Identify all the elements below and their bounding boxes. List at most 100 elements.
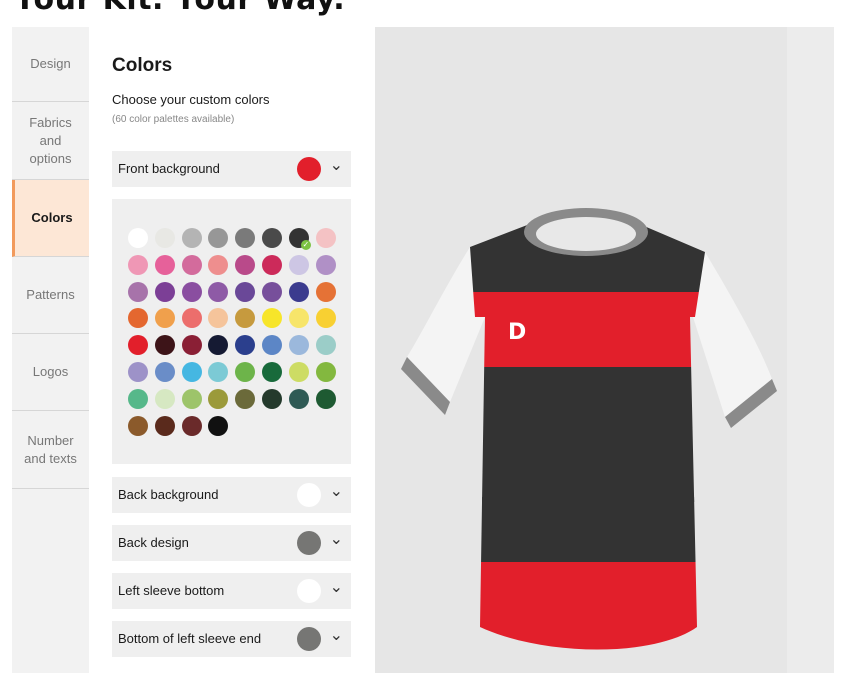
stripe-4 xyxy=(470,497,705,562)
palette-color-swatch[interactable] xyxy=(208,362,229,382)
step-tabs: Design Fabrics and options Colors Patterns L… xyxy=(12,27,89,673)
stripe-5 xyxy=(470,562,705,650)
tab-logos[interactable]: Logos xyxy=(12,334,89,411)
tab-colors[interactable]: Colors xyxy=(12,180,89,257)
palette-color-swatch[interactable] xyxy=(128,254,148,275)
color-row-label: Back design xyxy=(118,535,189,550)
palette-color-swatch[interactable] xyxy=(288,335,309,356)
selected-check-icon: ✓ xyxy=(300,240,311,250)
palette-color-swatch[interactable] xyxy=(154,388,175,409)
palette-color-swatch[interactable] xyxy=(262,335,282,356)
palette-color-swatch[interactable] xyxy=(154,362,175,382)
palette-color-swatch[interactable] xyxy=(288,281,309,302)
palette-color-swatch[interactable] xyxy=(128,281,148,302)
palette-color-swatch[interactable] xyxy=(235,308,256,329)
palette-color-swatch[interactable] xyxy=(154,228,175,248)
palette-color-swatch[interactable] xyxy=(208,228,229,248)
tab-patterns[interactable]: Patterns xyxy=(12,257,89,334)
palette-color-swatch[interactable] xyxy=(208,281,229,302)
palette-color-swatch[interactable] xyxy=(208,388,229,409)
palette-color-swatch[interactable] xyxy=(128,228,148,248)
palette-color-swatch[interactable] xyxy=(288,308,309,329)
palette-color-swatch[interactable] xyxy=(128,308,148,329)
collar-inner xyxy=(536,217,636,251)
palette-color-swatch[interactable] xyxy=(262,388,282,409)
palette-color-swatch[interactable] xyxy=(154,254,175,275)
palette-color-swatch[interactable] xyxy=(181,415,202,436)
tab-fabrics-and-options[interactable]: Fabrics and options xyxy=(12,102,89,180)
palette-color-swatch[interactable] xyxy=(181,335,202,356)
palette-color-swatch[interactable] xyxy=(235,228,256,248)
palette-color-swatch[interactable] xyxy=(262,254,282,275)
palette-color-swatch[interactable] xyxy=(235,335,256,356)
palette-color-swatch[interactable] xyxy=(128,388,148,409)
palette-color-swatch[interactable] xyxy=(128,335,148,356)
color-swatch[interactable] xyxy=(297,531,321,555)
palette-color-swatch[interactable] xyxy=(208,415,229,436)
palette-color-swatch[interactable] xyxy=(315,308,336,329)
color-swatch[interactable] xyxy=(297,579,321,603)
palette-color-swatch[interactable] xyxy=(288,254,309,275)
panel-title: Colors xyxy=(112,55,173,76)
colors-panel: Colors Choose your custom colors (60 col… xyxy=(89,27,375,673)
chevron-down-icon[interactable]: ⌄ xyxy=(330,529,343,549)
palette-color-swatch[interactable] xyxy=(262,362,282,382)
palette-color-swatch[interactable] xyxy=(154,281,175,302)
color-row-bottom-of-left-sleeve-end[interactable]: Bottom of left sleeve end ⌄ xyxy=(112,621,351,657)
palette-color-swatch[interactable] xyxy=(288,388,309,409)
color-row-label: Bottom of left sleeve end xyxy=(118,631,262,646)
palette-color-swatch[interactable] xyxy=(262,308,282,329)
preview-side-area xyxy=(787,27,834,673)
palette-color-swatch[interactable] xyxy=(154,335,175,356)
palette-color-swatch[interactable] xyxy=(208,335,229,356)
palette-color-swatch[interactable] xyxy=(181,308,202,329)
color-row-label: Left sleeve bottom xyxy=(118,583,225,598)
color-swatch[interactable] xyxy=(297,483,321,507)
palette-color-swatch[interactable] xyxy=(262,281,282,302)
chevron-down-icon[interactable]: ⌄ xyxy=(330,625,343,645)
palette-color-swatch[interactable] xyxy=(288,362,309,382)
palette-color-swatch[interactable] xyxy=(181,388,202,409)
palette-color-swatch[interactable] xyxy=(154,415,175,436)
palette-color-swatch[interactable] xyxy=(181,362,202,382)
palette-color-swatch[interactable] xyxy=(315,388,336,409)
color-swatch[interactable] xyxy=(297,627,321,651)
color-row-front-background[interactable]: Front background ⌄ xyxy=(112,151,351,187)
palette-color-swatch[interactable] xyxy=(315,335,336,356)
palette-color-swatch[interactable] xyxy=(154,308,175,329)
tab-number-and-texts[interactable]: Number and texts xyxy=(12,411,89,489)
palette-color-swatch[interactable] xyxy=(262,228,282,248)
palette-color-swatch[interactable] xyxy=(181,281,202,302)
palette-color-swatch[interactable] xyxy=(128,362,148,382)
palette-color-swatch[interactable] xyxy=(208,308,229,329)
palette-color-swatch[interactable] xyxy=(181,228,202,248)
palette-color-swatch[interactable] xyxy=(208,254,229,275)
palette-count-note: (60 color palettes available) xyxy=(112,114,235,125)
palette-color-swatch[interactable] xyxy=(315,228,336,248)
jersey-image: D xyxy=(401,208,777,650)
palette-color-swatch[interactable] xyxy=(235,362,256,382)
palette-color-swatch[interactable] xyxy=(181,254,202,275)
color-row-back-background[interactable]: Back background ⌄ xyxy=(112,477,351,513)
brand-logo: D xyxy=(508,320,526,345)
page-headline: Your Kit. Your Way. xyxy=(14,0,345,17)
palette-color-swatch[interactable] xyxy=(315,281,336,302)
color-row-left-sleeve-bottom[interactable]: Left sleeve bottom ⌄ xyxy=(112,573,351,609)
chevron-down-icon[interactable]: ⌄ xyxy=(330,481,343,501)
color-row-label: Front background xyxy=(118,161,220,176)
color-palette: ✓ xyxy=(112,199,351,464)
chevron-down-icon[interactable]: ⌄ xyxy=(330,155,343,175)
palette-color-swatch[interactable] xyxy=(315,254,336,275)
palette-color-swatch[interactable] xyxy=(235,388,256,409)
panel-subtitle: Choose your custom colors xyxy=(112,92,270,107)
palette-color-swatch[interactable] xyxy=(128,415,148,436)
palette-color-swatch[interactable] xyxy=(235,281,256,302)
palette-color-swatch[interactable] xyxy=(235,254,256,275)
kit-preview: D xyxy=(375,27,787,673)
tab-design[interactable]: Design xyxy=(12,27,89,102)
color-row-back-design[interactable]: Back design ⌄ xyxy=(112,525,351,561)
palette-color-swatch[interactable] xyxy=(315,362,336,382)
chevron-down-icon[interactable]: ⌄ xyxy=(330,577,343,597)
color-row-label: Back background xyxy=(118,487,219,502)
color-swatch[interactable] xyxy=(297,157,321,181)
